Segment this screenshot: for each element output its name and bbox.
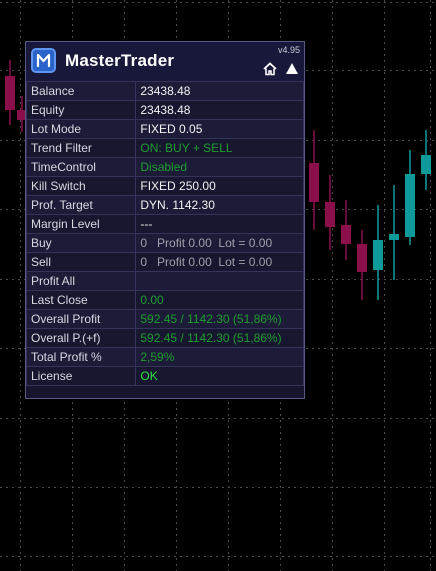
stats-row-value: ---: [135, 214, 304, 234]
stats-row-value: 592.45 / 1142.30 (51,86%): [135, 328, 304, 348]
stats-row: Sell 0 Profit 0.00 Lot = 0.00: [25, 252, 304, 272]
stats-row-value: ON: BUY + SELL: [135, 138, 304, 158]
stats-row-label: Balance: [25, 81, 137, 101]
stats-row-label: Overall Profit: [25, 309, 137, 329]
candle-body: [309, 163, 319, 202]
candle-body: [389, 234, 399, 240]
stats-row: Margin Level ---: [25, 214, 304, 234]
stats-row-label: Margin Level: [25, 214, 137, 234]
stats-row: Overall Profit 592.45 / 1142.30 (51,86%): [25, 309, 304, 329]
candle-body: [373, 240, 383, 270]
stats-row-label: Profit All: [25, 271, 137, 291]
stats-table: Balance 23438.48 Equity 23438.48 Lot Mode FIX…: [25, 81, 304, 386]
stats-row-label: Trend Filter: [25, 138, 137, 158]
stats-row-value: 0 Profit 0.00 Lot = 0.00: [135, 252, 304, 272]
stats-row-label: Kill Switch: [25, 176, 137, 196]
stats-row-label: Prof. Target: [25, 195, 137, 215]
candle-body: [357, 244, 367, 272]
stats-row: Prof. Target DYN. 1142.30: [25, 195, 304, 215]
stats-row-label: Equity: [25, 100, 137, 120]
stats-row-value: FIXED 0.05: [135, 119, 304, 139]
stats-row-value: OK: [135, 366, 304, 386]
panel-header[interactable]: MasterTrader v4.95: [26, 42, 304, 82]
stats-row-value: DYN. 1142.30: [135, 195, 304, 215]
mastertrader-panel: MasterTrader v4.95 Balance 23438.48 Equity…: [25, 41, 305, 399]
stats-row: Balance 23438.48: [25, 81, 304, 101]
candle-body: [405, 174, 415, 237]
stats-row-label: Total Profit %: [25, 347, 137, 367]
stats-row: Equity 23438.48: [25, 100, 304, 120]
stats-row: License OK: [25, 366, 304, 386]
panel-title: MasterTrader: [65, 51, 175, 70]
m-logo-icon: [31, 48, 56, 73]
stats-row: Lot Mode FIXED 0.05: [25, 119, 304, 139]
stats-row-label: Lot Mode: [25, 119, 137, 139]
triangle-up-icon[interactable]: [285, 62, 299, 75]
stats-row-label: License: [25, 366, 137, 386]
stats-row-value: 0.00: [135, 290, 304, 310]
stats-row-value: 2,59%: [135, 347, 304, 367]
stats-row-value: FIXED 250.00: [135, 176, 304, 196]
candle-body: [421, 155, 431, 174]
stats-row-label: Last Close: [25, 290, 137, 310]
stats-row: Overall P.(+f) 592.45 / 1142.30 (51,86%): [25, 328, 304, 348]
candle-body: [325, 202, 335, 227]
candle-body: [5, 76, 15, 110]
stats-row-value: 0 Profit 0.00 Lot = 0.00: [135, 233, 304, 253]
stats-row-value: 23438.48: [135, 81, 304, 101]
stats-row-value: [135, 271, 304, 291]
stats-row: Total Profit % 2,59%: [25, 347, 304, 367]
stats-row: Kill Switch FIXED 250.00: [25, 176, 304, 196]
stats-row-label: Buy: [25, 233, 137, 253]
stats-row: Buy 0 Profit 0.00 Lot = 0.00: [25, 233, 304, 253]
stats-row-value: Disabled: [135, 157, 304, 177]
stats-row: Trend Filter ON: BUY + SELL: [25, 138, 304, 158]
candle-body: [341, 225, 351, 244]
stats-row-label: Overall P.(+f): [25, 328, 137, 348]
home-icon[interactable]: [263, 62, 277, 76]
stats-row-value: 592.45 / 1142.30 (51,86%): [135, 309, 304, 329]
stats-row-label: Sell: [25, 252, 137, 272]
stats-row-label: TimeControl: [25, 157, 137, 177]
stats-row-value: 23438.48: [135, 100, 304, 120]
version-label: v4.95: [277, 45, 300, 55]
stats-row: Last Close 0.00: [25, 290, 304, 310]
stats-row: Profit All: [25, 271, 304, 291]
stats-row: TimeControl Disabled: [25, 157, 304, 177]
